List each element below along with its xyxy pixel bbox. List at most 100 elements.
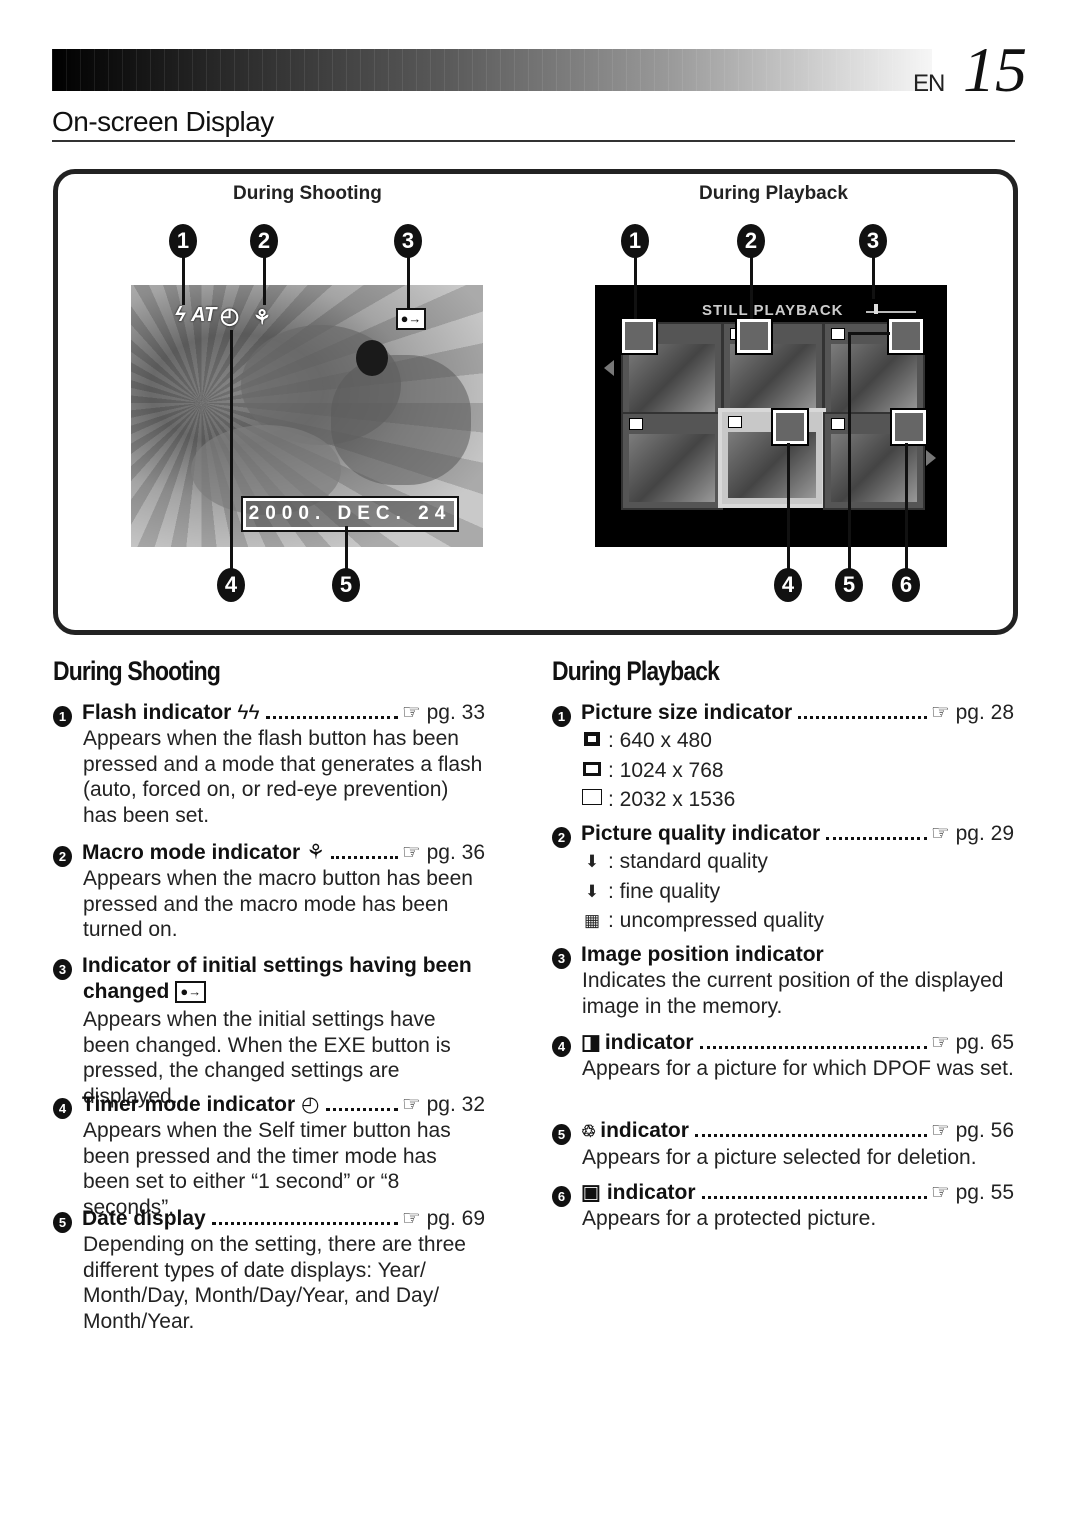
leader-dots — [826, 837, 927, 840]
leader-line — [750, 255, 753, 319]
figure-caption-playback: During Playback — [699, 183, 848, 204]
callout-1: 1 — [621, 224, 649, 258]
title-divider — [52, 140, 1015, 142]
item-label: Indicator of initial settings having bee… — [82, 954, 472, 977]
section-heading-shooting: During Shooting — [53, 656, 221, 686]
option-text: : 1024 x 768 — [608, 758, 724, 782]
item-number: 1 — [53, 706, 72, 727]
callout-3: 3 — [394, 224, 422, 258]
shooting-item-date: 5 Date display ☞ pg. 69 Depending on the s… — [53, 1206, 485, 1334]
leader-line — [263, 255, 266, 305]
item-description: Depending on the setting, there are thre… — [83, 1233, 466, 1333]
leader-dots — [699, 1046, 927, 1049]
leader-dots — [211, 1222, 398, 1225]
lock-icon: ▣ — [581, 1181, 601, 1204]
item-label: Flash indicator — [82, 701, 232, 724]
option-row: ▦ : uncompressed quality — [582, 906, 1014, 936]
osd-timer-icon: ◴ — [220, 303, 240, 328]
osd-initial-settings-icon: ●→ — [396, 308, 426, 330]
item-number: 3 — [552, 948, 571, 969]
image-position-marker — [874, 304, 878, 314]
dpof-highlight — [771, 408, 809, 446]
option-text: : standard quality — [608, 850, 768, 873]
item-description: Appears when the macro button has been p… — [83, 867, 473, 942]
shooting-item-flash: 1 Flash indicator ϟϟ ☞ pg. 33 Appears when … — [53, 700, 485, 828]
playback-item-image-position: 3 Image position indicator Indicates the … — [552, 942, 1014, 1019]
item-label: indicator — [600, 1119, 689, 1142]
playback-item-picture-size: 1 Picture size indicator ☞ pg. 28 : 640 x … — [552, 700, 1014, 815]
page-reference: ☞ pg. 28 — [930, 701, 1014, 724]
item-description: Appears for a protected picture. — [582, 1207, 877, 1230]
option-row: : 2032 x 1536 — [582, 785, 1014, 815]
playback-item-dpof: 4 ◨ indicator ☞ pg. 65 Appears for a pictur… — [552, 1030, 1014, 1082]
page-reference: ☞ pg. 56 — [930, 1119, 1014, 1142]
leader-line — [182, 255, 185, 305]
playback-item-delete: 5 ♲ indicator ☞ pg. 56 Appears for a pictur… — [552, 1118, 1014, 1171]
leader-line — [848, 332, 851, 570]
page-reference: ☞ pg. 32 — [401, 1093, 485, 1116]
leader-dots — [798, 716, 927, 719]
item-description: Appears for a picture for which DPOF was… — [582, 1057, 1014, 1080]
thumbnail — [621, 412, 723, 510]
leader-dots — [325, 1108, 398, 1111]
osd-date-display: 2000. DEC. 24 — [241, 496, 459, 532]
leader-line — [787, 443, 790, 570]
page-reference: ☞ pg. 65 — [930, 1031, 1014, 1054]
figure-caption-shooting: During Shooting — [233, 183, 382, 204]
page-reference: ☞ pg. 33 — [401, 701, 485, 724]
leader-line — [230, 330, 233, 570]
leader-dots — [694, 1134, 927, 1137]
item-number: 6 — [552, 1186, 571, 1207]
page-reference: ☞ pg. 36 — [401, 841, 485, 864]
picture-size-highlight — [620, 317, 658, 355]
playback-item-picture-quality: 2 Picture quality indicator ☞ pg. 29 ⬇: st… — [552, 821, 1014, 936]
item-label: Picture size indicator — [581, 701, 793, 724]
item-label-cont: changed — [83, 980, 170, 1003]
item-number: 2 — [53, 846, 72, 867]
leader-line — [634, 255, 637, 319]
leader-line — [407, 255, 410, 309]
flash-icon: ϟϟ — [237, 701, 260, 724]
shooting-item-timer: 4 Timer mode indicator ◴ ☞ pg. 32 Appears w… — [53, 1092, 485, 1220]
osd-flash-icon: ϟ AT — [175, 304, 217, 326]
uncompressed-quality-icon: ▦ — [583, 911, 601, 930]
option-text: : fine quality — [608, 879, 721, 903]
leader-line — [905, 443, 908, 570]
callout-2: 2 — [250, 224, 278, 258]
item-label: Timer mode indicator — [82, 1093, 296, 1116]
item-number: 4 — [552, 1036, 571, 1057]
picture-quality-highlight — [735, 317, 773, 355]
page-reference: ☞ pg. 69 — [401, 1207, 485, 1230]
leader-dots — [701, 1196, 927, 1199]
item-description: Indicates the current position of the di… — [582, 969, 1004, 1018]
fine-quality-icon: ⬇ — [584, 881, 600, 901]
shooting-item-macro: 2 Macro mode indicator ⚘ ☞ pg. 36 Appears w… — [53, 840, 485, 943]
item-number: 1 — [552, 706, 571, 727]
item-description: Appears for a picture selected for delet… — [582, 1146, 977, 1169]
timer-icon: ◴ — [301, 1093, 320, 1116]
leader-line — [345, 526, 348, 570]
protect-highlight — [887, 317, 925, 355]
option-row: ⬇: standard quality — [582, 847, 1014, 877]
callout-2: 2 — [737, 224, 765, 258]
macro-icon: ⚘ — [306, 841, 326, 864]
item-number: 4 — [53, 1098, 72, 1119]
shooting-item-initial-settings: 3 Indicator of initial settings having be… — [53, 953, 485, 1109]
page-reference: ☞ pg. 29 — [930, 822, 1014, 845]
size-2032-icon — [582, 789, 602, 805]
protect-highlight-2 — [890, 408, 928, 446]
option-text: : 2032 x 1536 — [608, 788, 736, 811]
callout-6: 6 — [892, 568, 920, 602]
item-label: indicator — [604, 1031, 694, 1054]
leader-line — [848, 332, 890, 335]
page-reference: ☞ pg. 55 — [930, 1181, 1014, 1204]
header-gradient-bar — [52, 49, 932, 91]
item-number: 5 — [53, 1212, 72, 1233]
playback-title: STILL PLAYBACK — [702, 302, 844, 319]
option-text: : 640 x 480 — [608, 729, 712, 752]
language-label: EN — [913, 70, 945, 97]
item-label: Image position indicator — [581, 943, 824, 966]
item-number: 3 — [53, 959, 72, 980]
option-text: : uncompressed quality — [608, 909, 824, 932]
callout-4: 4 — [774, 568, 802, 602]
